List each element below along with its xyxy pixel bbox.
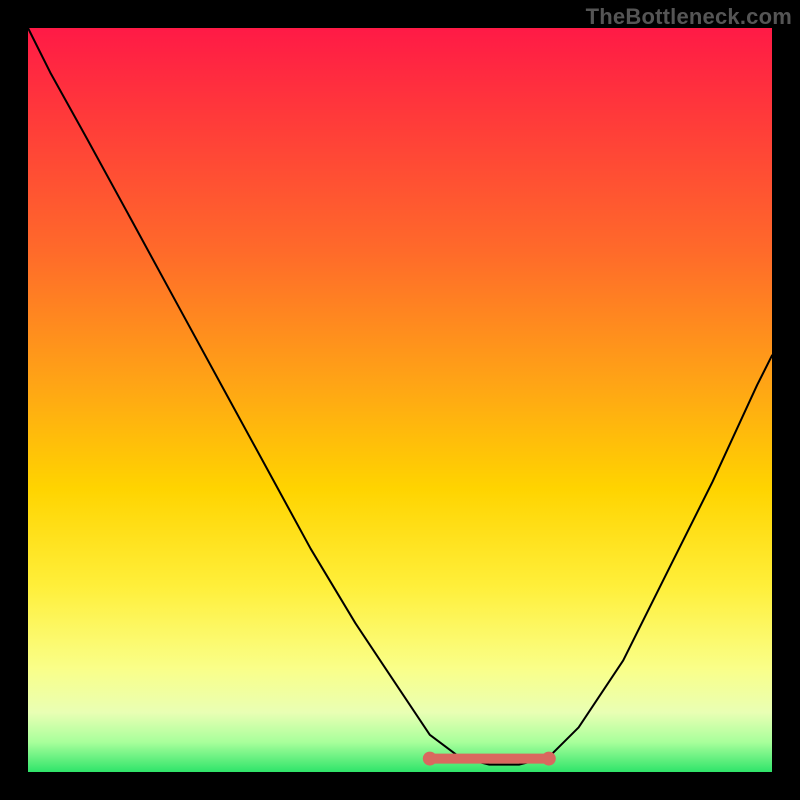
curve-layer bbox=[28, 28, 772, 772]
balanced-highlight-end-dot bbox=[542, 752, 556, 766]
plot-area bbox=[28, 28, 772, 772]
bottleneck-curve bbox=[28, 28, 772, 765]
watermark-text: TheBottleneck.com bbox=[586, 4, 792, 30]
balanced-highlight-start-dot bbox=[423, 752, 437, 766]
chart-stage: TheBottleneck.com bbox=[0, 0, 800, 800]
